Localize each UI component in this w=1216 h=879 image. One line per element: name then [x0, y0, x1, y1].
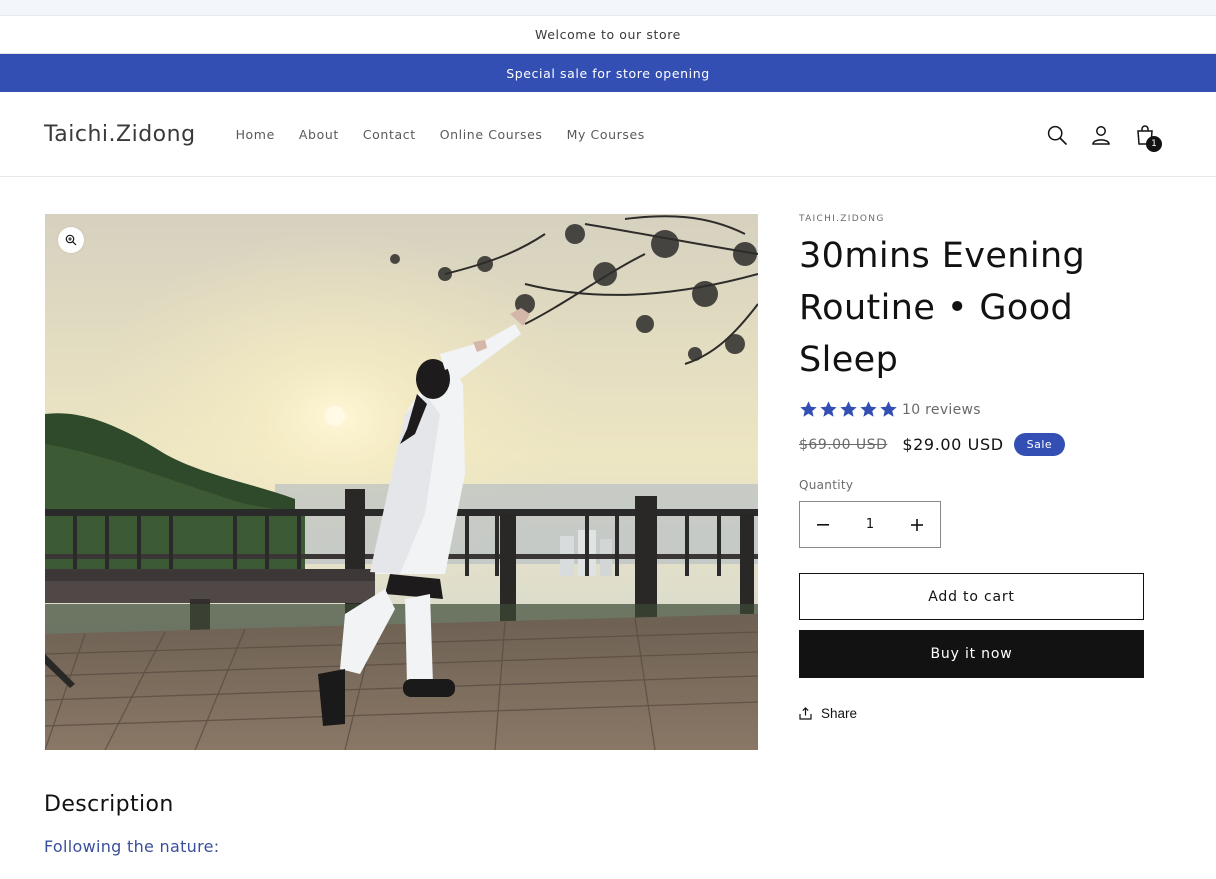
buy-now-button[interactable]: Buy it now	[799, 630, 1144, 678]
minus-icon	[817, 523, 829, 526]
star-icon	[800, 401, 817, 417]
description-text: Following the nature:	[44, 837, 220, 856]
announcement-bar: Welcome to our store	[0, 16, 1216, 54]
site-header: Taichi.Zidong Home About Contact Online …	[0, 92, 1216, 177]
star-icon	[860, 401, 877, 417]
share-label: Share	[821, 706, 858, 721]
product-vendor: TAICHI.ZIDONG	[799, 214, 885, 224]
store-logo[interactable]: Taichi.Zidong	[44, 122, 196, 147]
product-rating[interactable]: 10 reviews	[799, 400, 1144, 419]
nav-home[interactable]: Home	[236, 127, 275, 142]
announcement-text: Welcome to our store	[535, 27, 681, 42]
nav-my-courses[interactable]: My Courses	[567, 127, 645, 142]
account-icon[interactable]	[1090, 124, 1112, 146]
sale-badge: Sale	[1013, 433, 1066, 456]
star-icon	[820, 401, 837, 417]
main-nav: Home About Contact Online Courses My Cou…	[236, 127, 645, 142]
nav-about[interactable]: About	[299, 127, 339, 142]
cart-icon[interactable]: 1	[1134, 124, 1162, 152]
quantity-stepper	[799, 501, 941, 548]
share-button[interactable]: Share	[799, 706, 1144, 721]
quantity-decrease-button[interactable]	[800, 502, 846, 547]
nav-online-courses[interactable]: Online Courses	[440, 127, 543, 142]
zoom-icon[interactable]	[58, 227, 84, 253]
regular-price: $69.00 USD	[799, 436, 888, 453]
quantity-label: Quantity	[799, 478, 854, 492]
product-section: TAICHI.ZIDONG 30mins Evening Routine • G…	[0, 177, 1216, 750]
price-row: $69.00 USD $29.00 USD Sale	[799, 433, 1144, 456]
plus-icon	[911, 518, 923, 531]
rating-stars	[799, 400, 898, 419]
star-icon	[880, 401, 897, 417]
product-title: 30mins Evening Routine • Good Sleep	[799, 236, 1086, 380]
share-icon	[799, 707, 812, 720]
product-photo-taichi-sunset	[45, 214, 758, 750]
header-actions: 1	[1046, 92, 1162, 177]
description-section: Description Following the nature:	[44, 792, 219, 856]
search-icon[interactable]	[1046, 124, 1068, 146]
review-count[interactable]: 10 reviews	[902, 402, 981, 418]
product-image[interactable]	[45, 214, 758, 750]
nav-contact[interactable]: Contact	[363, 127, 416, 142]
sale-price: $29.00 USD	[902, 435, 1004, 454]
star-icon	[840, 401, 857, 417]
cart-count-badge: 1	[1146, 135, 1162, 152]
quantity-input[interactable]	[847, 517, 893, 532]
description-title: Description	[44, 792, 174, 817]
quantity-increase-button[interactable]	[894, 502, 940, 547]
sale-banner-text: Special sale for store opening	[506, 65, 710, 81]
add-to-cart-button[interactable]: Add to cart	[799, 573, 1144, 620]
browser-top-strip	[0, 0, 1216, 16]
sale-banner: Special sale for store opening	[0, 54, 1216, 92]
product-info: TAICHI.ZIDONG 30mins Evening Routine • G…	[799, 214, 1144, 721]
